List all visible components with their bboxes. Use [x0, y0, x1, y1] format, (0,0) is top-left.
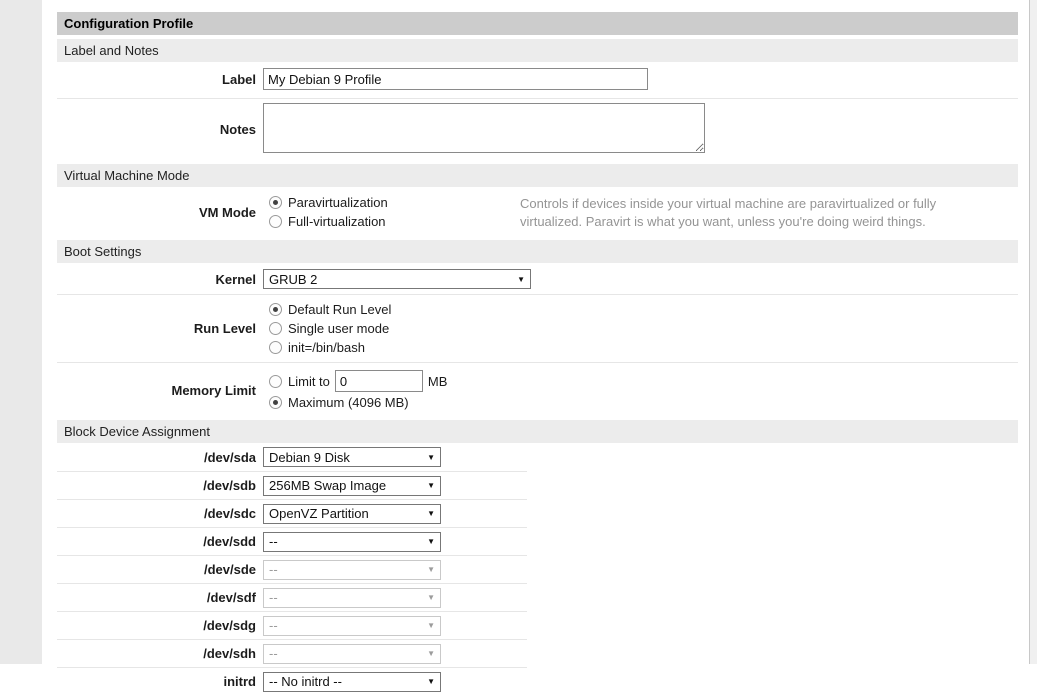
kernel-row: Kernel GRUB 2 ▼ [57, 263, 1018, 294]
device-sdh-select-value: -- [269, 646, 278, 661]
init-bin-bash-option-label: init=/bin/bash [288, 340, 365, 355]
memory-limit-row: Memory Limit Limit to MB Maximum (4096 M… [57, 362, 1018, 416]
section-label-and-notes: Label Notes [57, 62, 1018, 160]
label-input[interactable] [263, 68, 648, 90]
chevron-down-icon: ▼ [427, 453, 435, 462]
memory-limit-input[interactable] [335, 370, 423, 392]
page-title: Configuration Profile [57, 12, 1018, 35]
vm-mode-help-text: Controls if devices inside your virtual … [520, 193, 990, 231]
chevron-down-icon: ▼ [427, 677, 435, 686]
device-sdf-label: /dev/sdf [57, 590, 263, 605]
device-sda-label: /dev/sda [57, 450, 263, 465]
device-sdf-select: -- ▼ [263, 588, 441, 608]
device-sda-select-value: Debian 9 Disk [269, 450, 350, 465]
run-level-label: Run Level [57, 300, 263, 357]
default-run-level-option[interactable]: Default Run Level [269, 300, 1018, 319]
device-initrd-select-value: -- No initrd -- [269, 674, 342, 689]
device-sdc-select-value: OpenVZ Partition [269, 506, 369, 521]
run-level-row: Run Level Default Run Level Single user … [57, 294, 1018, 362]
memory-maximum-option-label: Maximum (4096 MB) [288, 395, 409, 410]
kernel-label: Kernel [57, 269, 263, 289]
section-heading-boot-settings: Boot Settings [57, 240, 1018, 263]
device-sde-select-value: -- [269, 562, 278, 577]
init-bin-bash-radio[interactable] [269, 341, 282, 354]
memory-limit-label: Memory Limit [57, 369, 263, 412]
kernel-select-value: GRUB 2 [269, 272, 317, 287]
section-heading-vm-mode: Virtual Machine Mode [57, 164, 1018, 187]
device-sdd-select[interactable]: -- ▼ [263, 532, 441, 552]
left-margin-panel [0, 0, 42, 664]
full-virtualization-radio[interactable] [269, 215, 282, 228]
section-vm-mode: VM Mode Paravirtualization Full-virtuali… [57, 187, 1018, 236]
full-virtualization-option[interactable]: Full-virtualization [269, 212, 520, 231]
section-heading-label-and-notes: Label and Notes [57, 39, 1018, 62]
device-initrd-select[interactable]: -- No initrd -- ▼ [263, 672, 441, 692]
device-row-sdh: /dev/sdh -- ▼ [57, 639, 527, 667]
device-initrd-label: initrd [57, 674, 263, 689]
chevron-down-icon: ▼ [427, 537, 435, 546]
device-sdg-select-value: -- [269, 618, 278, 633]
device-row-initrd: initrd -- No initrd -- ▼ [57, 667, 527, 695]
device-sdb-select-value: 256MB Swap Image [269, 478, 386, 493]
memory-limit-to-radio[interactable] [269, 375, 282, 388]
device-sdh-label: /dev/sdh [57, 646, 263, 661]
memory-limit-unit: MB [428, 374, 448, 389]
chevron-down-icon: ▼ [427, 649, 435, 658]
device-sdc-label: /dev/sdc [57, 506, 263, 521]
full-virtualization-option-label: Full-virtualization [288, 214, 386, 229]
device-sdh-select: -- ▼ [263, 644, 441, 664]
paravirtualization-radio[interactable] [269, 196, 282, 209]
device-row-sdg: /dev/sdg -- ▼ [57, 611, 527, 639]
vm-mode-row: VM Mode Paravirtualization Full-virtuali… [57, 187, 1018, 236]
notes-row: Notes [57, 98, 1018, 160]
chevron-down-icon: ▼ [427, 481, 435, 490]
memory-limit-to-label: Limit to [288, 374, 330, 389]
device-sdb-label: /dev/sdb [57, 478, 263, 493]
device-row-sdf: /dev/sdf -- ▼ [57, 583, 527, 611]
device-sdd-select-value: -- [269, 534, 278, 549]
single-user-mode-radio[interactable] [269, 322, 282, 335]
chevron-down-icon: ▼ [517, 275, 525, 284]
device-sdf-select-value: -- [269, 590, 278, 605]
paravirtualization-option[interactable]: Paravirtualization [269, 193, 520, 212]
chevron-down-icon: ▼ [427, 621, 435, 630]
device-sdb-select[interactable]: 256MB Swap Image ▼ [263, 476, 441, 496]
memory-maximum-radio[interactable] [269, 396, 282, 409]
memory-limit-to-option[interactable]: Limit to MB [269, 369, 1018, 393]
notes-field-label: Notes [57, 103, 263, 156]
default-run-level-option-label: Default Run Level [288, 302, 391, 317]
device-sda-select[interactable]: Debian 9 Disk ▼ [263, 447, 441, 467]
configuration-profile-form: Configuration Profile Label and Notes La… [57, 12, 1018, 695]
chevron-down-icon: ▼ [427, 565, 435, 574]
section-block-devices: /dev/sda Debian 9 Disk ▼ /dev/sdb 256MB … [57, 443, 527, 695]
device-sde-select: -- ▼ [263, 560, 441, 580]
device-sdg-label: /dev/sdg [57, 618, 263, 633]
single-user-mode-option[interactable]: Single user mode [269, 319, 1018, 338]
device-sdd-label: /dev/sdd [57, 534, 263, 549]
kernel-select[interactable]: GRUB 2 ▼ [263, 269, 531, 289]
chevron-down-icon: ▼ [427, 593, 435, 602]
label-field-label: Label [57, 68, 263, 90]
vm-mode-label: VM Mode [57, 193, 263, 231]
default-run-level-radio[interactable] [269, 303, 282, 316]
single-user-mode-option-label: Single user mode [288, 321, 389, 336]
section-boot-settings: Kernel GRUB 2 ▼ Run Level Default Run Le… [57, 263, 1018, 416]
chevron-down-icon: ▼ [427, 509, 435, 518]
paravirtualization-option-label: Paravirtualization [288, 195, 388, 210]
section-heading-block-devices: Block Device Assignment [57, 420, 1018, 443]
device-row-sdc: /dev/sdc OpenVZ Partition ▼ [57, 499, 527, 527]
device-row-sde: /dev/sde -- ▼ [57, 555, 527, 583]
device-row-sda: /dev/sda Debian 9 Disk ▼ [57, 443, 527, 471]
init-bin-bash-option[interactable]: init=/bin/bash [269, 338, 1018, 357]
label-row: Label [57, 62, 1018, 98]
device-sdg-select: -- ▼ [263, 616, 441, 636]
vertical-scrollbar[interactable] [1029, 0, 1037, 664]
memory-maximum-option[interactable]: Maximum (4096 MB) [269, 393, 1018, 412]
notes-textarea[interactable] [263, 103, 705, 153]
device-row-sdd: /dev/sdd -- ▼ [57, 527, 527, 555]
device-sdc-select[interactable]: OpenVZ Partition ▼ [263, 504, 441, 524]
device-row-sdb: /dev/sdb 256MB Swap Image ▼ [57, 471, 527, 499]
device-sde-label: /dev/sde [57, 562, 263, 577]
